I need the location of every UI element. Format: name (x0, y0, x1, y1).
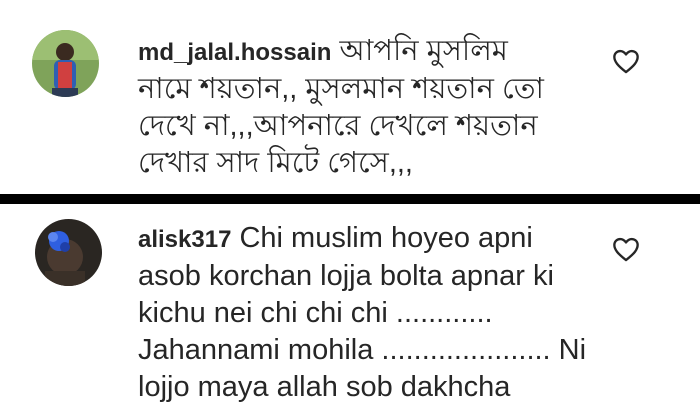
heart-outline-icon[interactable] (612, 236, 640, 262)
comment-text: alisk317 Chi muslim hoyeo apni asob korc… (138, 220, 608, 406)
comment-item: md_jalal.hossain আপনি মুসলিম নামে শয়তান… (0, 0, 700, 194)
section-divider (0, 194, 700, 204)
comment-username[interactable]: alisk317 (138, 226, 231, 253)
heart-outline-icon[interactable] (612, 48, 640, 74)
avatar[interactable] (32, 30, 99, 97)
avatar[interactable] (35, 219, 102, 286)
comment-username[interactable]: md_jalal.hossain (138, 39, 331, 66)
comment-text: md_jalal.hossain আপনি মুসলিম নামে শয়তান… (138, 33, 608, 182)
comment-item: alisk317 Chi muslim hoyeo apni asob korc… (0, 204, 700, 403)
